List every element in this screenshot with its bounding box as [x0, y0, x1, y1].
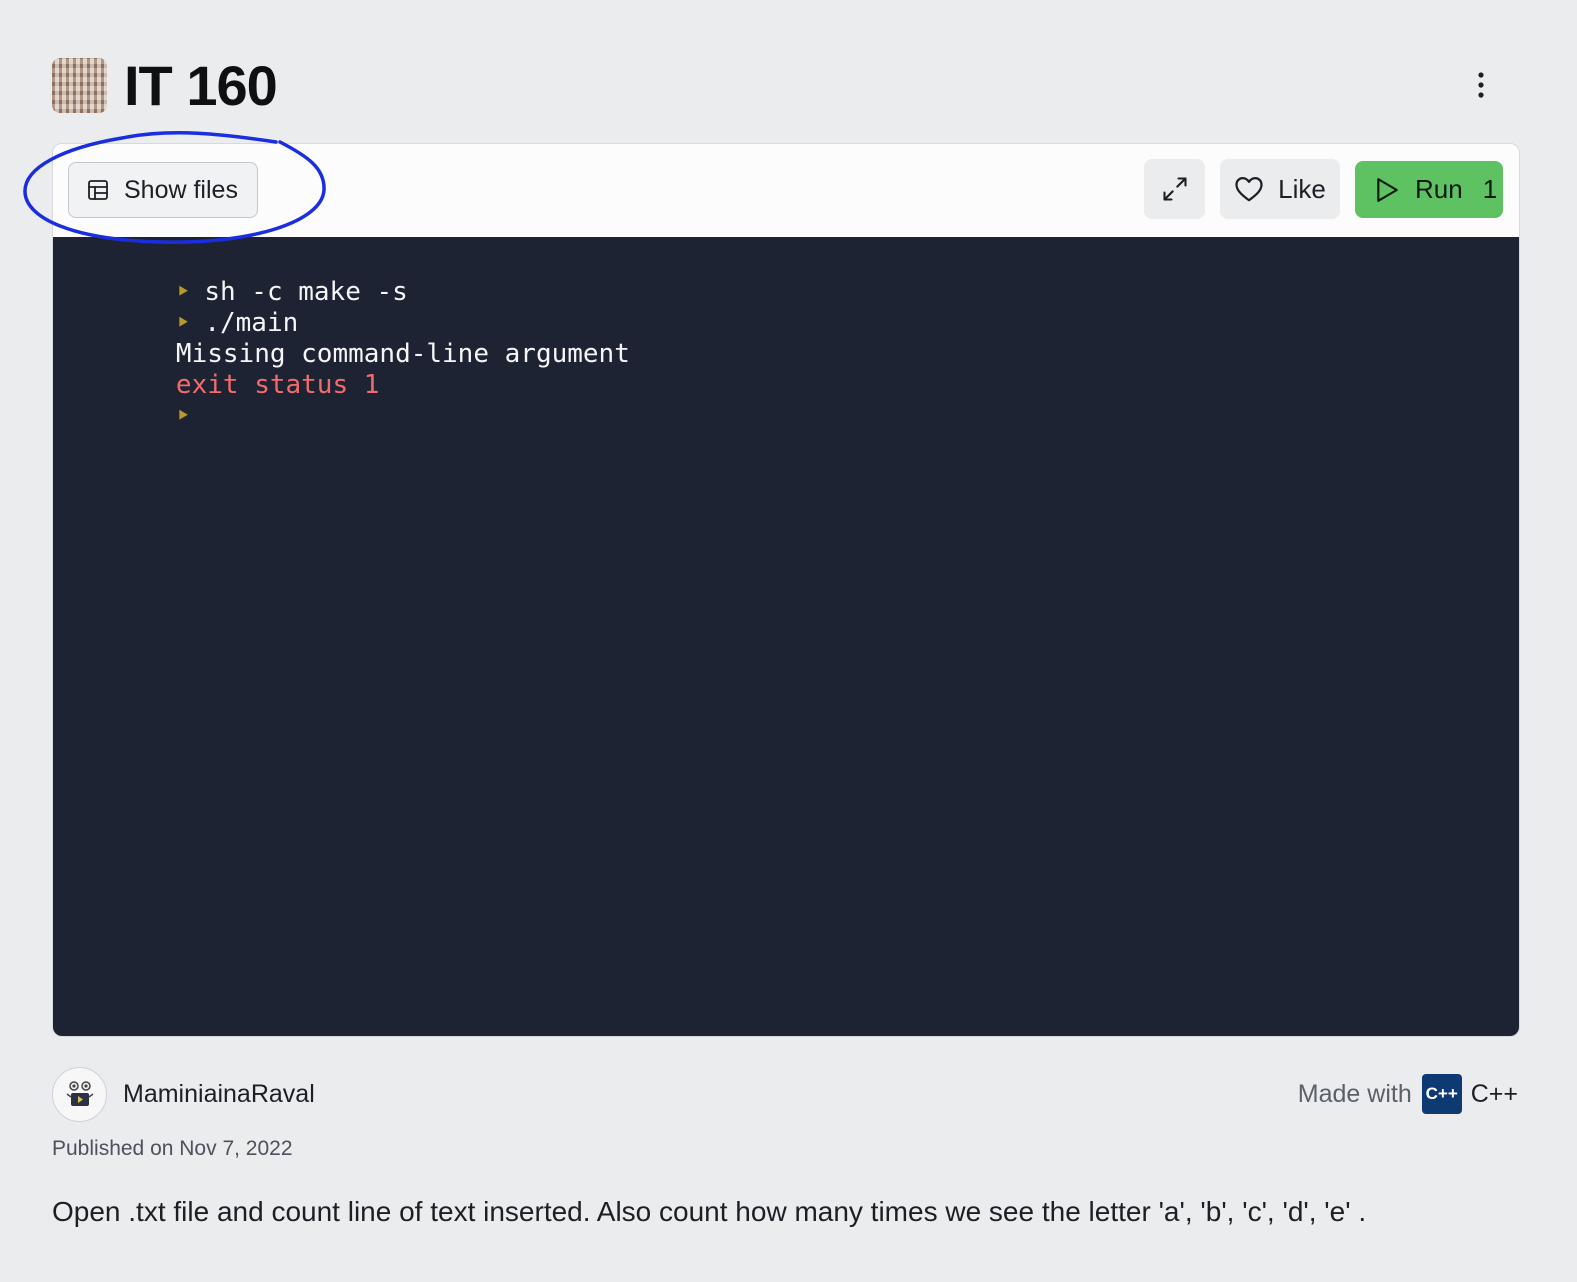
- prompt-icon: ⯈: [175, 406, 191, 427]
- workspace-toolbar: Show files Like Run 1: [53, 144, 1519, 237]
- more-options-icon[interactable]: [1466, 70, 1496, 100]
- author-info[interactable]: MaminiainaRaval: [52, 1066, 315, 1122]
- console-line: Missing command-line argument: [175, 339, 630, 369]
- avatar[interactable]: [52, 1066, 107, 1122]
- made-with-label: Made with: [1297, 1079, 1412, 1108]
- console-output[interactable]: ⯈ sh -c make -s ⯈ ./main Missing command-l…: [53, 237, 1519, 1036]
- console-line: ⯈ sh -c make -s: [175, 277, 408, 307]
- run-button[interactable]: Run 1: [1355, 161, 1503, 218]
- show-files-button[interactable]: Show files: [68, 162, 258, 218]
- repl-cover-image: [52, 58, 107, 113]
- expand-button[interactable]: [1144, 159, 1205, 219]
- file-tree-icon: [86, 178, 110, 202]
- run-count: 1: [1482, 174, 1498, 204]
- play-icon: [1375, 177, 1399, 203]
- console-prompt-line[interactable]: ⯈: [82, 370, 204, 427]
- cpp-logo-icon: C++: [1421, 1074, 1462, 1114]
- made-with-language[interactable]: Made with C++ C++: [1298, 1074, 1518, 1114]
- heart-icon: [1234, 175, 1264, 203]
- repl-workspace: Show files Like Run 1 ⯈ sh -c make -s ⯈ …: [52, 143, 1520, 1037]
- like-button[interactable]: Like: [1220, 159, 1340, 219]
- repl-header: IT 160: [52, 54, 1518, 117]
- repl-description: Open .txt file and count line of text in…: [52, 1196, 1367, 1227]
- like-label: Like: [1278, 173, 1326, 204]
- console-error-line: exit status 1: [175, 370, 380, 400]
- run-label: Run: [1415, 174, 1463, 204]
- expand-arrows-icon: [1161, 175, 1189, 203]
- show-files-label: Show files: [124, 175, 238, 204]
- console-line: ⯈ ./main: [175, 308, 299, 338]
- language-name: C++: [1470, 1079, 1518, 1108]
- author-name[interactable]: MaminiainaRaval: [123, 1080, 315, 1109]
- page-title: IT 160: [124, 54, 278, 117]
- published-date: Published on Nov 7, 2022: [52, 1137, 293, 1160]
